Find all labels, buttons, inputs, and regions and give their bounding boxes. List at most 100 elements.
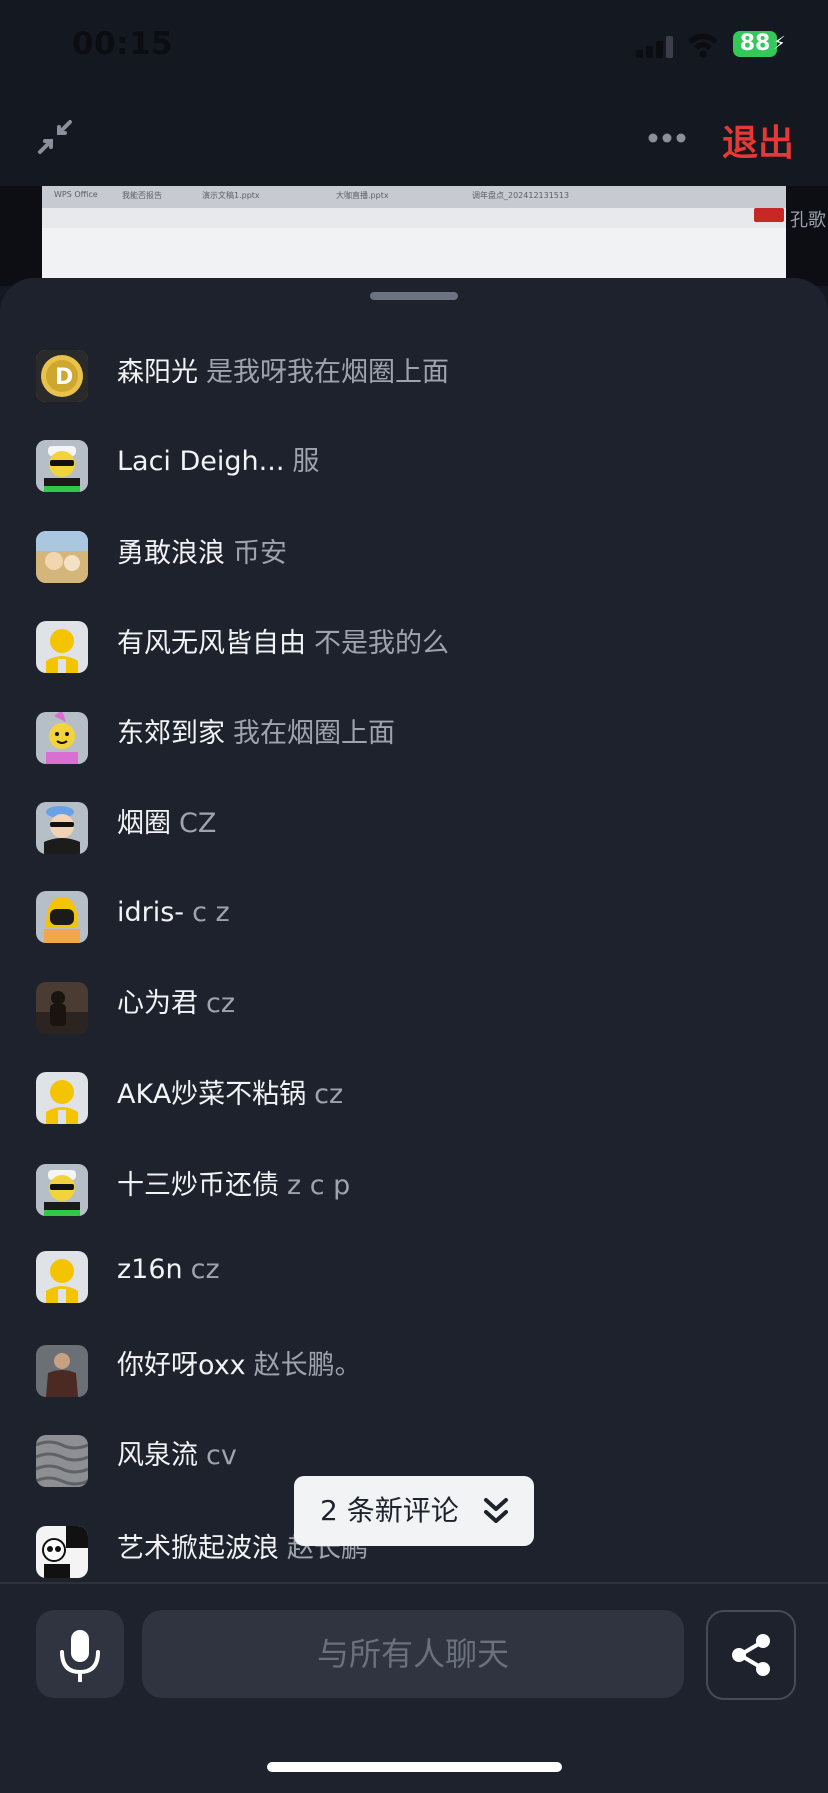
screen-ribbon bbox=[42, 228, 786, 278]
list-item: 烟圈 CZ bbox=[0, 781, 828, 871]
list-item: 有风无风皆自由 不是我的么 bbox=[0, 601, 828, 691]
photo-icon bbox=[36, 982, 88, 1034]
avatar bbox=[36, 440, 88, 492]
screen-tab: 大咖直播.pptx bbox=[336, 191, 389, 200]
divider bbox=[0, 1582, 828, 1584]
message-author: idris- bbox=[117, 897, 185, 928]
drag-handle[interactable] bbox=[370, 292, 458, 300]
message-text: 服 bbox=[292, 446, 320, 477]
screen-tab: 演示文稿1.pptx bbox=[202, 191, 260, 200]
sunglasses-emoji-icon bbox=[36, 1164, 88, 1216]
charging-bolt-icon: ⚡ bbox=[773, 33, 786, 54]
cellular-signal-icon bbox=[636, 36, 673, 58]
message-author: 心为君 bbox=[117, 988, 198, 1019]
avatar bbox=[36, 982, 88, 1034]
texture-icon bbox=[36, 1435, 88, 1487]
status-bar: 00:15 88 ⚡ bbox=[0, 0, 828, 92]
avatar bbox=[36, 1526, 88, 1578]
message-author: 你好呀oxx bbox=[117, 1350, 246, 1381]
default-avatar-icon bbox=[36, 1251, 88, 1303]
avatar bbox=[36, 891, 88, 943]
photo-icon bbox=[36, 1345, 88, 1397]
list-item: idris-c z bbox=[0, 870, 828, 960]
screen-red-badge bbox=[754, 208, 784, 222]
message-author: 十三炒币还债 bbox=[117, 1170, 279, 1201]
wifi-icon bbox=[688, 33, 718, 58]
double-chevron-down-icon bbox=[484, 1498, 508, 1523]
microphone-button[interactable] bbox=[36, 1610, 124, 1698]
list-item: 十三炒币还债 z c p bbox=[0, 1143, 828, 1233]
screen-tab-bar: WPS Office 我能否报告 演示文稿1.pptx 大咖直播.pptx 调年… bbox=[42, 186, 786, 208]
message-author: 风泉流 bbox=[117, 1440, 198, 1471]
message-text: CZ bbox=[179, 808, 217, 839]
screen-tab: WPS Office bbox=[54, 190, 98, 199]
avatar bbox=[36, 1435, 88, 1487]
panda-icon bbox=[36, 1526, 88, 1578]
share-icon bbox=[732, 1634, 770, 1676]
exit-button[interactable]: 退出 bbox=[722, 114, 794, 166]
message-text: 不是我的么 bbox=[314, 628, 449, 659]
new-comments-label: 2 条新评论 bbox=[320, 1494, 459, 1527]
helmet-avatar-icon bbox=[36, 891, 88, 943]
message-author: Laci Deigh... bbox=[117, 446, 285, 477]
screen-tab: 调年盘点_202412131513 bbox=[472, 191, 570, 200]
photo-icon bbox=[36, 531, 88, 583]
message-text: cz bbox=[206, 988, 236, 1019]
doge-coin-icon: D bbox=[36, 350, 88, 402]
message-author: 森阳光 bbox=[117, 357, 198, 388]
message-author: 勇敢浪浪 bbox=[117, 538, 225, 569]
screen-tab: 我能否报告 bbox=[122, 191, 162, 200]
avatar bbox=[36, 621, 88, 673]
default-avatar-icon bbox=[36, 621, 88, 673]
message-author: 烟圈 bbox=[117, 808, 171, 839]
message-author: 艺术掀起波浪 bbox=[117, 1533, 279, 1564]
list-item: AKA炒菜不粘锅 cz bbox=[0, 1052, 828, 1142]
home-indicator bbox=[267, 1762, 562, 1772]
message-author: AKA炒菜不粘锅 bbox=[117, 1079, 307, 1110]
status-time: 00:15 bbox=[72, 26, 174, 62]
message-author: 东郊到家 bbox=[117, 718, 225, 749]
default-avatar-icon bbox=[36, 1072, 88, 1124]
party-emoji-icon bbox=[36, 712, 88, 764]
top-bar bbox=[0, 92, 828, 186]
message-author: 有风无风皆自由 bbox=[117, 628, 306, 659]
list-item: 心为君 cz bbox=[0, 961, 828, 1051]
chat-input[interactable]: 与所有人聊天 bbox=[142, 1610, 684, 1698]
avatar bbox=[36, 802, 88, 854]
message-text: 币安 bbox=[233, 538, 287, 569]
sunglasses-emoji-icon bbox=[36, 440, 88, 492]
new-comments-button[interactable]: 2 条新评论 bbox=[294, 1476, 534, 1546]
list-item: 勇敢浪浪 币安 bbox=[0, 511, 828, 601]
message-author: z16n bbox=[117, 1254, 183, 1285]
message-text: cv bbox=[206, 1440, 237, 1471]
list-item: Laci Deigh... 服 bbox=[0, 419, 828, 509]
beret-avatar-icon bbox=[36, 802, 88, 854]
avatar bbox=[36, 1164, 88, 1216]
message-text: 我在烟圈上面 bbox=[233, 718, 395, 749]
shared-screen-content[interactable]: WPS Office 我能否报告 演示文稿1.pptx 大咖直播.pptx 调年… bbox=[42, 186, 786, 278]
list-item: D 森阳光 是我呀我在烟圈上面 bbox=[0, 330, 828, 420]
collapse-icon[interactable] bbox=[36, 118, 74, 156]
more-options-icon[interactable] bbox=[648, 132, 686, 144]
svg-text:D: D bbox=[55, 365, 73, 390]
screen-toolbar bbox=[42, 208, 786, 228]
avatar bbox=[36, 1251, 88, 1303]
avatar bbox=[36, 1345, 88, 1397]
avatar bbox=[36, 531, 88, 583]
list-item: z16n cz bbox=[0, 1231, 828, 1321]
message-text: 是我呀我在烟圈上面 bbox=[206, 357, 449, 388]
microphone-icon bbox=[60, 1630, 100, 1682]
list-item: 东郊到家 我在烟圈上面 bbox=[0, 691, 828, 781]
share-button[interactable] bbox=[706, 1610, 796, 1700]
list-item: 你好呀oxx 赵长鹏。 bbox=[0, 1321, 828, 1411]
message-text: 赵长鹏。 bbox=[253, 1350, 362, 1381]
message-text: c z bbox=[192, 897, 230, 928]
message-text: z c p bbox=[287, 1170, 351, 1201]
message-text: cz bbox=[314, 1079, 344, 1110]
battery-indicator: 88 bbox=[733, 31, 777, 57]
message-text: cz bbox=[190, 1254, 220, 1285]
side-text: 孔歌 bbox=[790, 210, 826, 231]
avatar bbox=[36, 1072, 88, 1124]
avatar: D bbox=[36, 350, 88, 402]
avatar bbox=[36, 712, 88, 764]
